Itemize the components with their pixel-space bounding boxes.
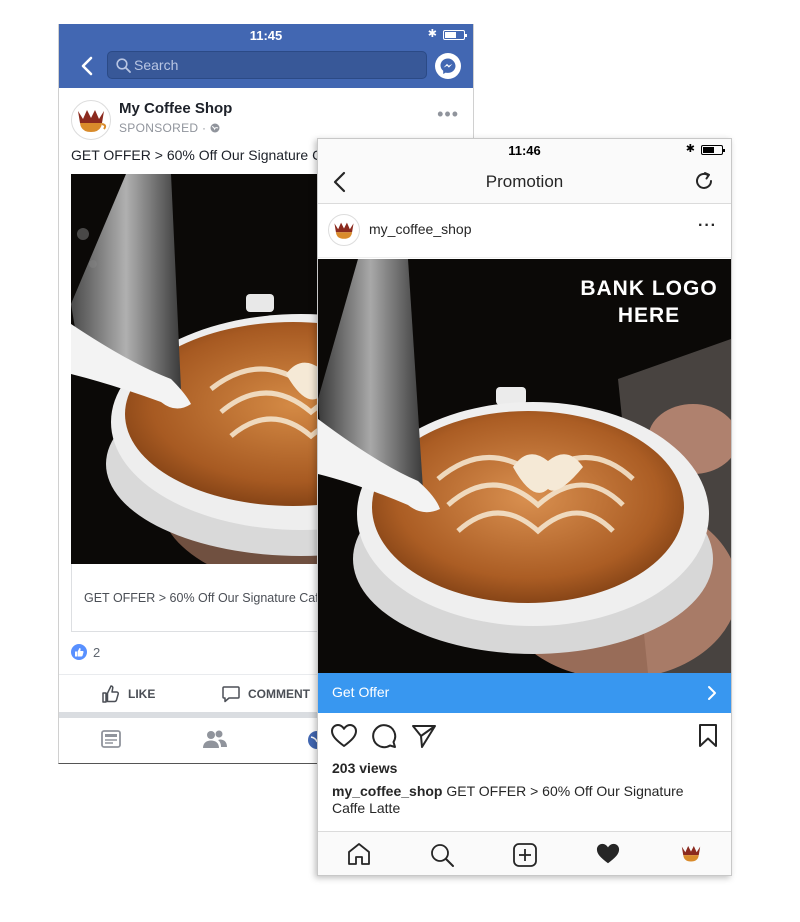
status-bar: 11:46 ✱	[318, 139, 731, 161]
profile-tab-icon[interactable]	[679, 842, 703, 864]
comment-icon	[222, 686, 240, 703]
like-button[interactable]: LIKE	[101, 684, 155, 704]
comment-icon[interactable]	[371, 723, 397, 749]
view-count[interactable]: 203 views	[332, 760, 397, 776]
search-icon	[116, 58, 131, 73]
post-caption: my_coffee_shop GET OFFER > 60% Off Our S…	[332, 783, 702, 817]
bookmark-icon[interactable]	[698, 723, 718, 749]
username[interactable]: my_coffee_shop	[369, 221, 471, 237]
news-feed-icon[interactable]	[101, 730, 121, 748]
caption-username[interactable]: my_coffee_shop	[332, 783, 442, 799]
send-icon[interactable]	[411, 723, 437, 749]
refresh-icon[interactable]	[693, 170, 715, 192]
post-video[interactable]: BANK LOGO HERE	[318, 259, 731, 673]
chevron-right-icon	[708, 686, 716, 700]
messenger-icon[interactable]	[435, 53, 461, 79]
status-time: 11:46	[508, 143, 541, 158]
post-header: my_coffee_shop ···	[318, 204, 731, 258]
back-icon[interactable]	[77, 55, 99, 77]
page-avatar[interactable]	[71, 100, 111, 140]
profile-avatar[interactable]	[328, 214, 360, 246]
page-name[interactable]: My Coffee Shop	[119, 100, 232, 117]
globe-icon	[210, 123, 220, 133]
thumbs-up-icon	[102, 685, 120, 703]
status-bar: 11:45 ✱	[59, 24, 473, 46]
post-text: GET OFFER > 60% Off Our Signature C	[71, 147, 323, 163]
search-input[interactable]	[134, 52, 414, 78]
battery-icon	[701, 144, 725, 155]
get-offer-button[interactable]: Get Offer	[318, 673, 731, 713]
sponsored-label: SPONSORED ·	[119, 121, 220, 135]
page-title: Promotion	[485, 172, 564, 191]
heart-icon[interactable]	[330, 723, 358, 749]
comment-button[interactable]: COMMENT	[221, 684, 310, 704]
status-time: 11:45	[249, 28, 283, 43]
instagram-phone-screen: 11:46 ✱ Promotion my_coffee_shop ··· BAN…	[317, 138, 732, 876]
search-box[interactable]	[107, 51, 427, 79]
coffee-crown-logo-icon	[78, 110, 107, 132]
bottom-tab-bar	[318, 831, 731, 875]
search-icon[interactable]	[429, 842, 455, 868]
add-icon[interactable]	[512, 842, 538, 868]
cta-label: Get Offer	[332, 684, 390, 700]
like-count: 2	[93, 644, 101, 660]
bank-logo-placeholder: BANK LOGO HERE	[580, 277, 718, 327]
top-nav-bar: Promotion	[318, 161, 731, 204]
battery-icon	[443, 29, 467, 40]
post-header: My Coffee Shop SPONSORED · •••	[59, 94, 473, 144]
top-nav-bar	[59, 46, 473, 88]
activity-heart-icon[interactable]	[595, 842, 621, 866]
link-text: GET OFFER > 60% Off Our Signature Caff	[84, 591, 322, 605]
bluetooth-icon: ✱	[427, 28, 437, 40]
more-options-icon[interactable]: •••	[437, 104, 459, 125]
reactions-summary[interactable]: 2	[71, 644, 100, 660]
bluetooth-icon: ✱	[685, 143, 695, 155]
coffee-crown-logo-icon	[334, 222, 354, 239]
more-options-icon[interactable]: ···	[698, 217, 717, 235]
like-reaction-icon	[71, 644, 87, 660]
home-icon[interactable]	[346, 842, 372, 866]
post-actions	[318, 723, 731, 753]
friends-icon[interactable]	[203, 730, 227, 748]
